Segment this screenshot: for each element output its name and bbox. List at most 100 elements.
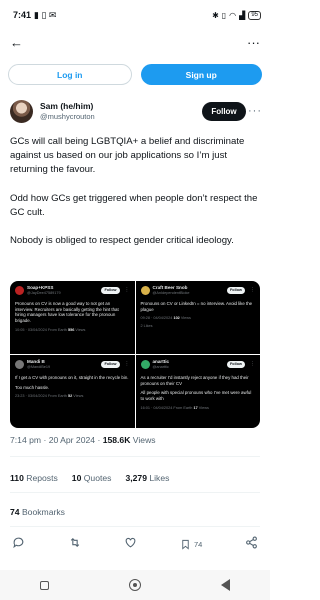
status-right: ✱ ▯ ◠ ▟ 95 bbox=[212, 10, 261, 20]
status-left: 7:41 ▮ ▯ ✉ bbox=[13, 10, 56, 21]
more-icon: ⋮ bbox=[250, 360, 255, 367]
top-nav: ← ··· bbox=[0, 30, 270, 54]
action-bar: 74 bbox=[12, 535, 258, 553]
card-names: Soap+KPSS @JayDee47589179 bbox=[27, 285, 98, 296]
vibrate-icon: ▯ bbox=[221, 10, 227, 20]
card-likes: 2 Likes bbox=[140, 323, 153, 328]
author-names: Sam (he/him) @mushycrouton bbox=[40, 101, 202, 121]
card-follow-label: Follow bbox=[101, 286, 120, 295]
tweet-date[interactable]: 20 Apr 2024 bbox=[49, 435, 95, 445]
separator: · bbox=[95, 435, 103, 445]
back-icon[interactable] bbox=[221, 579, 230, 591]
embedded-screenshot[interactable]: Mandi B @MandiBe19 Follow ⋮ If I get a C… bbox=[10, 355, 135, 428]
divider bbox=[10, 456, 260, 457]
card-views-word: Views bbox=[75, 327, 86, 332]
card-body: If I get a CV with pronouns on it, strai… bbox=[15, 375, 130, 390]
card-meta: 09:28 · 04/04/2024 102 Views bbox=[141, 316, 256, 322]
avatar bbox=[15, 360, 24, 370]
likes-stat[interactable]: 3,279 Likes bbox=[125, 473, 169, 483]
more-icon[interactable]: ··· bbox=[247, 36, 260, 49]
system-nav-bar bbox=[0, 570, 270, 600]
heart-icon[interactable] bbox=[124, 536, 137, 552]
card-meta-text: 23:23 · 03/04/2024 From Earth bbox=[15, 394, 67, 399]
separator: · bbox=[41, 435, 49, 445]
follow-button[interactable]: Follow bbox=[202, 101, 246, 121]
card-body: Pronouns on CV is now a good way to not … bbox=[15, 301, 130, 323]
recents-icon[interactable] bbox=[40, 580, 49, 590]
auth-row: Log in Sign up bbox=[8, 64, 262, 85]
card-meta-text: 16:01 · 04/04/2024 From Earth bbox=[140, 405, 193, 410]
card-follow-label: Follow bbox=[226, 360, 245, 369]
bookmarks-label: Bookmarks bbox=[19, 507, 65, 517]
home-icon[interactable] bbox=[129, 579, 141, 591]
repost-icon[interactable] bbox=[68, 536, 82, 552]
card-handle: @JayDee47589179 bbox=[27, 290, 61, 295]
reply-icon[interactable] bbox=[12, 536, 25, 552]
card-views-num: 52 bbox=[67, 394, 73, 399]
card-meta-text: 09:28 · 04/04/2024 bbox=[140, 316, 173, 321]
reposts-count: 110 bbox=[10, 473, 24, 483]
bookmarks-stat[interactable]: 74 Bookmarks bbox=[10, 507, 65, 517]
more-icon: ⋮ bbox=[124, 360, 130, 367]
wifi-icon: ◠ bbox=[229, 10, 237, 20]
avatar bbox=[15, 286, 24, 296]
reposts-stat[interactable]: 110 Reposts bbox=[10, 473, 58, 483]
card-handle: @anarttic bbox=[152, 364, 169, 369]
card-handle: @AnIdependentBloke bbox=[152, 290, 190, 295]
divider bbox=[10, 526, 260, 527]
card-meta-text: 10:05 · 03/04/2024 From Earth bbox=[15, 327, 67, 332]
notification-icons: ▮ ▯ ✉ bbox=[34, 9, 57, 20]
card-text: Too much hassle. bbox=[15, 384, 50, 390]
bookmark-action[interactable]: 74 bbox=[180, 538, 202, 551]
status-bar: 7:41 ▮ ▯ ✉ ✱ ▯ ◠ ▟ 95 bbox=[0, 0, 270, 30]
quotes-stat[interactable]: 10 Quotes bbox=[72, 473, 112, 483]
card-views-word: Views bbox=[73, 394, 84, 399]
embedded-screenshot[interactable]: Soap+KPSS @JayDee47589179 Follow ⋮ Prono… bbox=[10, 281, 135, 354]
card-names: Mandi B @MandiBe19 bbox=[27, 359, 98, 370]
divider bbox=[10, 492, 260, 493]
avatar[interactable] bbox=[10, 99, 33, 123]
card-text: Pronouns on CV or LinkedIn = no intervie… bbox=[140, 301, 253, 312]
card-body: As a recruiter I’d instantly reject anyo… bbox=[141, 375, 256, 401]
signup-button[interactable]: Sign up bbox=[140, 64, 262, 85]
card-header: Mandi B @MandiBe19 Follow ⋮ bbox=[15, 359, 130, 370]
tweet-timestamp: 7:14 pm · 20 Apr 2024 · 158.6K Views bbox=[10, 435, 156, 445]
embedded-screenshot[interactable]: anarttic @anarttic Follow ⋮ As a recruit… bbox=[135, 355, 260, 428]
card-names: anarttic @anarttic bbox=[153, 359, 224, 370]
author-row: Sam (he/him) @mushycrouton Follow ··· bbox=[10, 97, 262, 125]
tweet-time[interactable]: 7:14 pm bbox=[10, 435, 41, 445]
card-meta: 10:05 · 03/04/2024 From Earth 556 Views bbox=[15, 328, 130, 334]
card-body: Pronouns on CV or LinkedIn = no intervie… bbox=[141, 301, 256, 312]
card-meta: 23:23 · 03/04/2024 From Earth 52 Views bbox=[15, 394, 130, 400]
bookmark-count: 74 bbox=[193, 539, 203, 549]
card-header: anarttic @anarttic Follow ⋮ bbox=[140, 359, 255, 370]
login-button[interactable]: Log in bbox=[8, 64, 132, 85]
bluetooth-icon: ✱ bbox=[212, 10, 219, 20]
tweet-paragraph: Odd how GCs get triggered when people do… bbox=[10, 192, 258, 218]
arrow-left-icon[interactable]: ← bbox=[10, 36, 23, 49]
card-header: Craft Beer Snob @AnIdependentBloke Follo… bbox=[140, 285, 255, 296]
author-handle[interactable]: @mushycrouton bbox=[40, 112, 202, 121]
card-text: As a recruiter I’d instantly reject anyo… bbox=[140, 375, 249, 386]
card-text: All people with special pronouns who I’v… bbox=[140, 390, 252, 401]
battery-indicator: 95 bbox=[248, 10, 261, 20]
card-header: Soap+KPSS @JayDee47589179 Follow ⋮ bbox=[15, 285, 130, 296]
card-views-num: 17 bbox=[193, 405, 198, 410]
tweet-paragraph: GCs will call being LGBTQIA+ a belief an… bbox=[10, 136, 245, 176]
card-follow-label: Follow bbox=[101, 360, 120, 369]
engagement-stats: 110 Reposts 10 Quotes 3,279 Likes bbox=[10, 473, 169, 483]
card-handle: @MandiBe19 bbox=[27, 364, 51, 369]
share-icon[interactable] bbox=[245, 536, 258, 552]
more-options-icon[interactable]: ··· bbox=[248, 105, 262, 117]
avatar bbox=[140, 286, 150, 296]
card-views-num: 102 bbox=[173, 316, 180, 321]
embedded-screenshot[interactable]: Craft Beer Snob @AnIdependentBloke Follo… bbox=[135, 281, 260, 354]
quotes-count: 10 bbox=[71, 473, 82, 483]
image-grid[interactable]: Soap+KPSS @JayDee47589179 Follow ⋮ Prono… bbox=[10, 281, 260, 428]
card-meta: 16:01 · 04/04/2024 From Earth 17 Views bbox=[141, 406, 256, 412]
bookmark-icon bbox=[182, 539, 189, 550]
quotes-label: Quotes bbox=[81, 473, 112, 483]
author-name[interactable]: Sam (he/him) bbox=[40, 101, 202, 111]
views-count: 158.6K bbox=[102, 435, 131, 445]
tweet-text: GCs will call being LGBTQIA+ a belief an… bbox=[10, 135, 260, 263]
